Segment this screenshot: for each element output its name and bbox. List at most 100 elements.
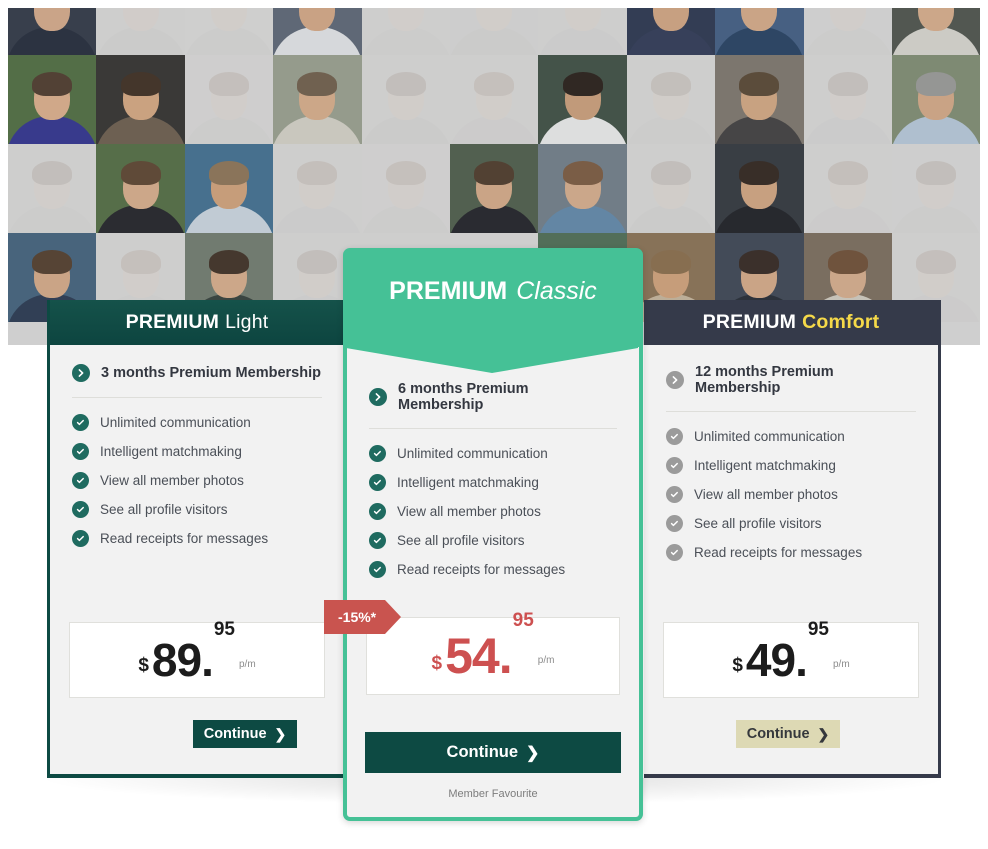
- feature-label: Intelligent matchmaking: [397, 475, 539, 490]
- discount-badge: -15%*: [324, 600, 402, 634]
- list-item: Intelligent matchmaking: [369, 468, 617, 497]
- plan-duration-row: 6 months Premium Membership: [369, 347, 617, 429]
- feature-label: Read receipts for messages: [100, 531, 269, 546]
- price-cents: 95: [807, 619, 829, 640]
- list-item: View all member photos: [666, 480, 916, 509]
- plan-duration-label: 3 months Premium Membership: [101, 365, 321, 381]
- price-major: 54.: [445, 628, 513, 684]
- plan-title-soft: Comfort: [802, 311, 880, 333]
- check-circle-icon: [666, 544, 683, 561]
- list-item: Unlimited communication: [666, 422, 916, 451]
- list-item: Unlimited communication: [72, 408, 322, 437]
- plan-title-bold: PREMIUM: [125, 311, 220, 333]
- continue-button-comfort[interactable]: Continue ❯: [736, 720, 840, 748]
- check-circle-icon: [72, 472, 89, 489]
- list-item: See all profile visitors: [369, 526, 617, 555]
- price-currency: $: [732, 655, 743, 676]
- check-circle-icon: [369, 474, 386, 491]
- member-favourite-note: Member Favourite: [448, 788, 538, 800]
- continue-button-label: Continue: [203, 726, 267, 742]
- feature-list-classic: Unlimited communication Intelligent matc…: [369, 439, 617, 584]
- feature-label: Unlimited communication: [694, 429, 845, 444]
- list-item: See all profile visitors: [72, 495, 322, 524]
- price-period: p/m: [537, 654, 555, 666]
- plan-header-light: PREMIUM Light: [50, 300, 344, 345]
- check-circle-icon: [72, 443, 89, 460]
- feature-label: See all profile visitors: [397, 533, 525, 548]
- price-box-light: $ 89. 95 p/m: [69, 619, 325, 698]
- chevron-right-circle-icon: [666, 371, 684, 389]
- price-cents: 95: [512, 610, 534, 631]
- chevron-right-icon: ❯: [274, 725, 287, 742]
- price-major: 49.: [745, 634, 808, 686]
- price-currency: $: [431, 653, 443, 674]
- price-box-comfort: $ 49. 95 p/m: [663, 619, 919, 698]
- list-item: View all member photos: [72, 466, 322, 495]
- plan-card-classic[interactable]: PREMIUM Classic 6 months Premium Members…: [324, 248, 643, 821]
- price-box-classic: $ 54. 95 p/m: [366, 610, 620, 695]
- feature-label: View all member photos: [397, 504, 541, 519]
- plan-duration-label: 6 months Premium Membership: [398, 381, 529, 413]
- feature-label: See all profile visitors: [694, 516, 822, 531]
- check-circle-icon: [666, 515, 683, 532]
- list-item: Read receipts for messages: [72, 524, 322, 553]
- check-circle-icon: [369, 561, 386, 578]
- feature-label: Unlimited communication: [100, 415, 251, 430]
- check-circle-icon: [72, 530, 89, 547]
- feature-list-light: Unlimited communication Intelligent matc…: [72, 408, 322, 553]
- list-item: Read receipts for messages: [666, 538, 916, 567]
- check-circle-icon: [369, 503, 386, 520]
- feature-label: Intelligent matchmaking: [100, 444, 242, 459]
- list-item: Unlimited communication: [369, 439, 617, 468]
- plan-header-classic: PREMIUM Classic: [346, 251, 640, 373]
- price-period: p/m: [239, 658, 256, 670]
- check-circle-icon: [666, 457, 683, 474]
- price-light: $ 89. 95 p/m: [138, 619, 256, 686]
- continue-button-light[interactable]: Continue ❯: [193, 720, 297, 748]
- list-item: Intelligent matchmaking: [666, 451, 916, 480]
- check-circle-icon: [369, 532, 386, 549]
- feature-label: Intelligent matchmaking: [694, 458, 836, 473]
- list-item: View all member photos: [369, 497, 617, 526]
- feature-label: View all member photos: [100, 473, 244, 488]
- pricing-plans: PREMIUM Light 3 months Premium Membershi…: [0, 0, 988, 849]
- check-circle-icon: [666, 486, 683, 503]
- chevron-right-icon: ❯: [817, 725, 830, 742]
- continue-button-label: Continue: [746, 726, 810, 742]
- feature-list-comfort: Unlimited communication Intelligent matc…: [666, 422, 916, 567]
- continue-button-label: Continue: [446, 743, 519, 761]
- plan-duration-label: 12 months Premium Membership: [695, 364, 834, 396]
- price-period: p/m: [833, 658, 850, 670]
- discount-badge-label: -15%*: [324, 600, 386, 634]
- chevron-right-circle-icon: [72, 364, 90, 382]
- plan-title-bold: PREMIUM: [389, 277, 508, 305]
- feature-label: View all member photos: [694, 487, 838, 502]
- price-comfort: $ 49. 95 p/m: [732, 619, 850, 686]
- price-cents: 95: [213, 619, 235, 640]
- plan-card-light[interactable]: PREMIUM Light 3 months Premium Membershi…: [47, 300, 344, 778]
- plan-card-comfort[interactable]: PREMIUM Comfort 12 months Premium Member…: [644, 300, 941, 778]
- feature-label: See all profile visitors: [100, 502, 228, 517]
- plan-duration-row: 12 months Premium Membership: [666, 345, 916, 412]
- feature-label: Read receipts for messages: [694, 545, 863, 560]
- plan-duration-row: 3 months Premium Membership: [72, 345, 322, 398]
- list-item: See all profile visitors: [666, 509, 916, 538]
- chevron-right-circle-icon: [369, 388, 387, 406]
- check-circle-icon: [666, 428, 683, 445]
- discount-badge-tip: [385, 600, 402, 634]
- chevron-right-icon: ❯: [526, 744, 540, 762]
- feature-label: Unlimited communication: [397, 446, 548, 461]
- price-classic: $ 54. 95 p/m: [431, 610, 555, 684]
- price-currency: $: [138, 655, 149, 676]
- plan-title-soft: Classic: [516, 277, 597, 305]
- check-circle-icon: [369, 445, 386, 462]
- plan-title-bold: PREMIUM: [702, 311, 797, 333]
- check-circle-icon: [72, 414, 89, 431]
- list-item: Read receipts for messages: [369, 555, 617, 584]
- continue-button-classic[interactable]: Continue ❯: [365, 732, 621, 773]
- price-major: 89.: [151, 634, 214, 686]
- plan-title-soft: Light: [225, 311, 269, 333]
- check-circle-icon: [72, 501, 89, 518]
- plan-header-comfort: PREMIUM Comfort: [644, 300, 938, 345]
- list-item: Intelligent matchmaking: [72, 437, 322, 466]
